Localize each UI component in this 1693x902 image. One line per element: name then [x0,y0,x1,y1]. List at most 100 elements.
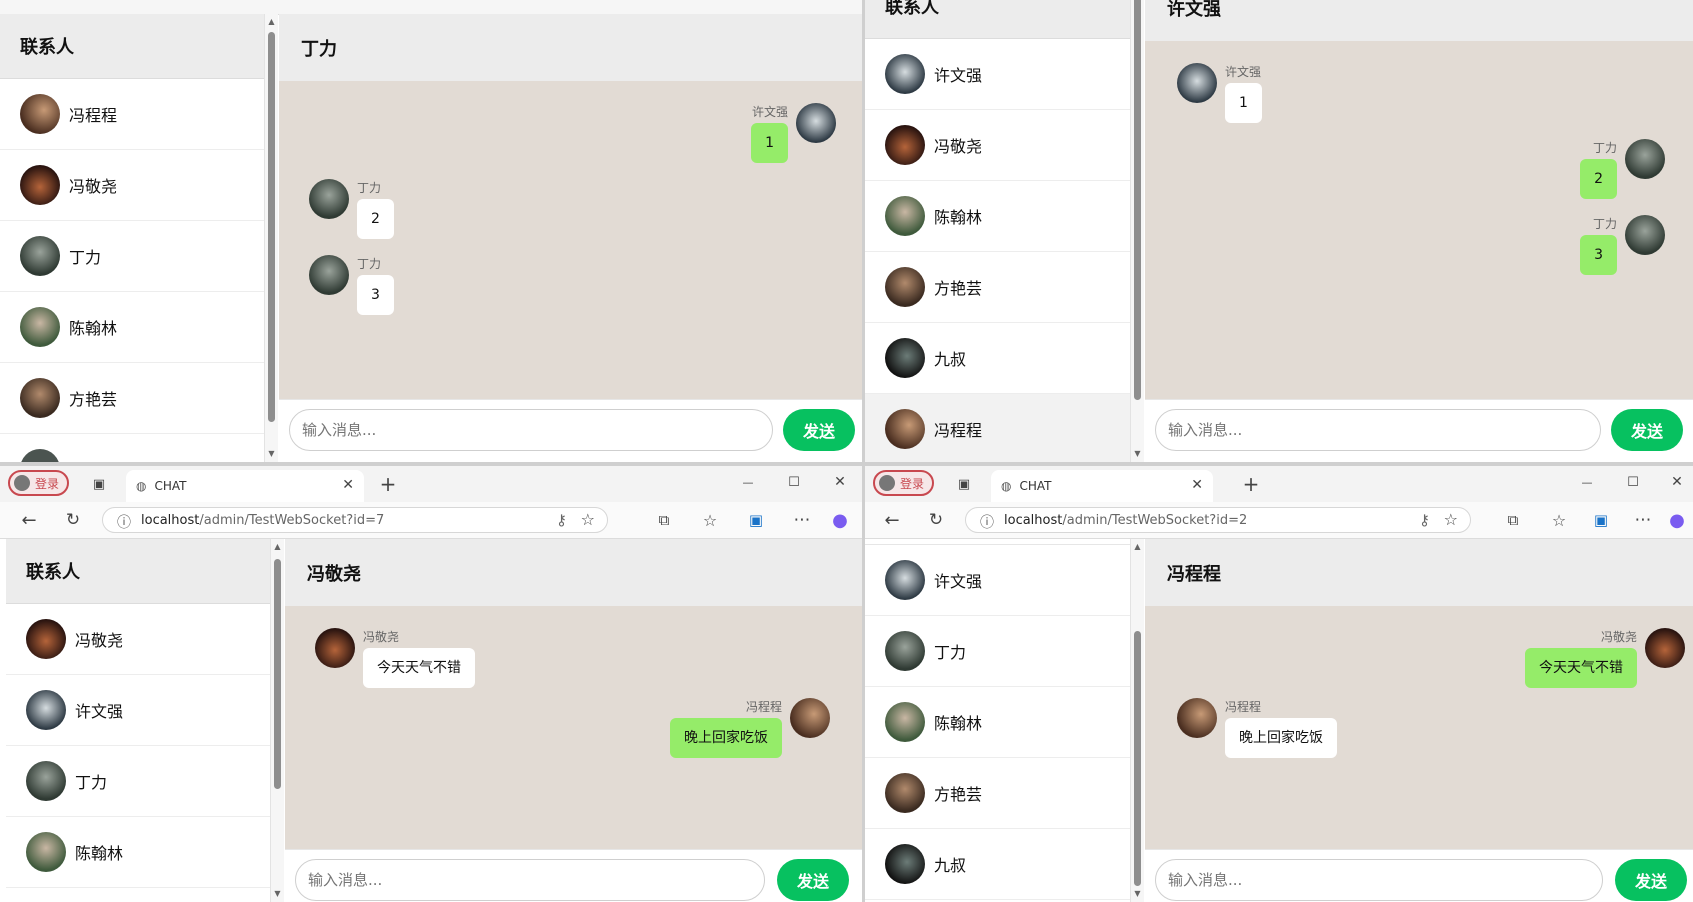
extensions-icon[interactable]: ⧉ [1501,508,1525,532]
contact-scrollbar[interactable]: ▲ ▼ [265,14,278,462]
url-field[interactable]: ⓘ localhost/admin/TestWebSocket?id=7 ⚷ ☆ [102,507,608,533]
send-button[interactable]: 发送 [783,409,855,451]
tab-chat[interactable]: ◍ CHAT ✕ [991,470,1213,502]
close-window-icon[interactable]: ✕ [828,472,852,492]
profile-button[interactable]: 登录 [8,470,70,496]
message-sender: 许文强 [1225,65,1262,79]
contact-item[interactable]: 冯敬尧 [6,604,270,675]
contacts-title: 联系人 [0,14,264,79]
profile-button[interactable]: 登录 [873,470,935,496]
scroll-thumb[interactable] [268,32,275,422]
back-icon[interactable]: ← [16,508,42,532]
chat-panel: 丁力 许文强 1 丁力 2 丁力 3 发送 [279,14,862,462]
contact-item[interactable]: 九叔 [865,323,1130,394]
collections-icon[interactable]: ▣ [1589,508,1613,532]
minimize-icon[interactable]: — [1575,472,1599,492]
contact-name: 陈翰林 [934,714,983,733]
close-window-icon[interactable]: ✕ [1665,472,1689,492]
contact-item[interactable]: 陈翰林 [0,292,264,363]
contact-item[interactable]: 陈翰林 [6,817,270,888]
contact-name: 方艳芸 [69,390,118,409]
contact-item[interactable]: 许文强 [6,675,270,746]
message-sender: 丁力 [357,257,382,271]
scroll-thumb[interactable] [274,559,281,789]
chat-title: 许文强 [1145,0,1693,41]
scroll-down-icon[interactable]: ▼ [1131,448,1144,460]
window-bottom-left: 登录 ▣ ◍ CHAT ✕ + — ☐ ✕ ← ↻ ⓘ localhost/ad… [0,466,862,902]
favorites-icon[interactable]: ☆ [1547,508,1571,532]
contact-item[interactable]: 丁力 [6,746,270,817]
avatar [885,267,925,307]
contact-item[interactable]: 九叔 [865,829,1130,900]
contact-item[interactable] [0,434,264,462]
maximize-icon[interactable]: ☐ [1621,472,1645,492]
star-icon[interactable]: ☆ [1444,510,1458,529]
scroll-up-icon[interactable]: ▲ [271,541,284,553]
back-icon[interactable]: ← [879,508,905,532]
contact-name: 方艳芸 [934,785,983,804]
contact-item[interactable]: 冯敬尧 [0,150,264,221]
more-icon[interactable]: ⋯ [790,508,814,532]
contact-item[interactable]: 丁力 [0,221,264,292]
send-button[interactable]: 发送 [777,859,849,901]
scroll-thumb[interactable] [1134,631,1141,886]
new-tab-icon[interactable]: + [376,472,400,496]
send-button[interactable]: 发送 [1611,409,1683,451]
more-icon[interactable]: ⋯ [1631,508,1655,532]
contact-item[interactable]: 冯敬尧 [865,110,1130,181]
info-icon[interactable]: ⓘ [117,512,131,532]
message-input[interactable] [295,859,765,901]
maximize-icon[interactable]: ☐ [782,472,806,492]
scroll-down-icon[interactable]: ▼ [1131,888,1144,900]
scroll-thumb[interactable] [1134,0,1141,400]
chat-panel: 许文强 许文强 1 丁力 2 丁力 3 发送 [1145,0,1693,462]
scroll-down-icon[interactable]: ▼ [265,448,278,460]
contact-item[interactable]: 方艳芸 [865,758,1130,829]
message-input[interactable] [1155,859,1603,901]
key-icon[interactable]: ⚷ [1419,511,1430,529]
contact-item[interactable]: 许文强 [865,39,1130,110]
extensions-icon[interactable]: ⧉ [652,508,676,532]
close-tab-icon[interactable]: ✕ [1191,477,1203,493]
contact-item[interactable]: 丁力 [865,616,1130,687]
tab-actions-icon[interactable]: ▣ [953,474,975,494]
new-tab-icon[interactable]: + [1239,472,1263,496]
avatar [26,619,66,659]
collections-icon[interactable]: ▣ [744,508,768,532]
minimize-icon[interactable]: — [736,472,760,492]
message-area: 许文强 1 丁力 2 丁力 3 [1145,41,1693,400]
contact-item[interactable]: 方艳芸 [865,252,1130,323]
contact-scrollbar[interactable]: ▲ ▼ [271,539,284,902]
message-item: 丁力 3 [309,255,402,315]
close-tab-icon[interactable]: ✕ [342,477,354,493]
url-field[interactable]: ⓘ localhost/admin/TestWebSocket?id=2 ⚷ ☆ [965,507,1471,533]
favorites-icon[interactable]: ☆ [698,508,722,532]
contact-item[interactable]: 冯程程 [0,79,264,150]
refresh-icon[interactable]: ↻ [923,508,949,532]
contact-scrollbar[interactable]: ▲ ▼ [1131,539,1144,902]
info-icon[interactable]: ⓘ [980,512,994,532]
tab-actions-icon[interactable]: ▣ [88,474,110,494]
key-icon[interactable]: ⚷ [556,511,567,529]
send-button[interactable]: 发送 [1615,859,1687,901]
message-input[interactable] [1155,409,1601,451]
contact-item[interactable]: 冯程程 [865,394,1130,462]
tab-title: CHAT [1019,479,1052,493]
message-sender: 许文强 [751,105,788,119]
tab-chat[interactable]: ◍ CHAT ✕ [126,470,364,502]
scroll-down-icon[interactable]: ▼ [271,888,284,900]
scroll-up-icon[interactable]: ▲ [265,16,278,28]
contact-name: 冯程程 [69,106,118,125]
copilot-icon[interactable]: ● [828,508,852,532]
contact-item[interactable]: 陈翰林 [865,687,1130,758]
contact-item[interactable]: 陈翰林 [865,181,1130,252]
window-divider-vertical [862,0,865,902]
star-icon[interactable]: ☆ [581,510,595,529]
message-input[interactable] [289,409,773,451]
contact-item[interactable]: 方艳芸 [0,363,264,434]
scroll-up-icon[interactable]: ▲ [1131,541,1144,553]
copilot-icon[interactable]: ● [1665,508,1689,532]
refresh-icon[interactable]: ↻ [60,508,86,532]
contact-item[interactable]: 许文强 [865,545,1130,616]
contact-scrollbar[interactable]: ▼ [1131,0,1144,462]
